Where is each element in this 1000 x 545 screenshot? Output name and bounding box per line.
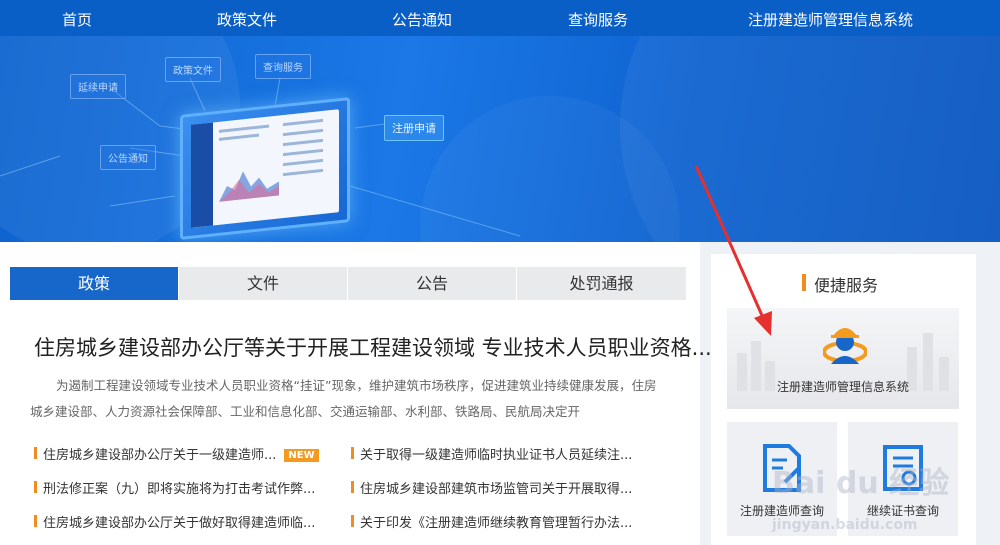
banner-tag-register: 注册申请 [384, 115, 444, 141]
news-item[interactable]: 住房城乡建设部建筑市场监管司关于开展取得... [351, 478, 632, 497]
dashboard-monitor-illustration [180, 97, 350, 240]
banner-tag-query: 查询服务 [255, 54, 311, 79]
news-item[interactable]: 关于印发《注册建造师继续教育管理暂行办法... [351, 512, 632, 531]
tab-documents[interactable]: 文件 [179, 267, 348, 300]
banner-tag-policy: 政策文件 [165, 57, 221, 82]
registration-system-card[interactable]: 注册建造师管理信息系统 [727, 308, 959, 409]
banner-network-lines [0, 77, 521, 237]
tab-penalty-notices[interactable]: 处罚通报 [517, 267, 686, 300]
news-item[interactable]: 刑法修正案（九）即将实施将为打击考试作弊... [34, 478, 315, 497]
banner-tag-renewal: 延续申请 [70, 74, 126, 99]
hero-banner: 延续申请 政策文件 查询服务 公告通知 注册申请 [0, 36, 1000, 242]
baidu-watermark: Bai du 经验 jingyan.baidu.com [772, 466, 950, 533]
news-panel: 政策 文件 公告 处罚通报 住房城乡建设部办公厅等关于开展工程建设领域 专业技术… [0, 242, 712, 545]
banner-tag-notice: 公告通知 [100, 145, 156, 170]
news-item[interactable]: 关于取得一级建造师临时执业证书人员延续注... [351, 444, 632, 463]
featured-summary: 为遏制工程建设领域专业技术人员职业资格“挂证”现象，维护建筑市场秩序，促进建筑业… [30, 378, 657, 419]
news-item-title: 住房城乡建设部办公厅关于做好取得建造师临... [43, 516, 316, 531]
nav-query-services[interactable]: 查询服务 [568, 9, 628, 30]
nav-home[interactable]: 首页 [62, 9, 92, 30]
registration-system-label: 注册建造师管理信息系统 [776, 380, 909, 394]
services-title: 便捷服务 [802, 272, 878, 296]
news-item-title: 刑法修正案（九）即将实施将为打击考试作弊... [43, 482, 316, 497]
tab-announcements[interactable]: 公告 [348, 267, 517, 300]
news-item-title: 住房城乡建设部建筑市场监管司关于开展取得... [360, 482, 633, 497]
news-item-title: 住房城乡建设部办公厅关于一级建造师... [43, 448, 277, 463]
top-navigation: 首页 政策文件 公告通知 查询服务 注册建造师管理信息系统 [0, 0, 1000, 36]
news-item-title: 关于取得一级建造师临时执业证书人员延续注... [360, 448, 633, 463]
news-item[interactable]: 住房城乡建设部办公厅关于做好取得建造师临... [34, 512, 315, 531]
news-item-title: 关于印发《注册建造师继续教育管理暂行办法... [360, 516, 633, 531]
news-tabs: 政策 文件 公告 处罚通报 [10, 267, 686, 300]
featured-headline[interactable]: 住房城乡建设部办公厅等关于开展工程建设领域 专业技术人员职业资格... [34, 332, 712, 362]
news-item[interactable]: 住房城乡建设部办公厅关于一级建造师... NEW [34, 444, 319, 463]
nav-registration-system[interactable]: 注册建造师管理信息系统 [748, 9, 913, 30]
nav-announcements[interactable]: 公告通知 [392, 9, 452, 30]
new-badge: NEW [284, 449, 319, 462]
tab-policy[interactable]: 政策 [10, 267, 179, 300]
construction-worker-icon [823, 328, 867, 364]
nav-policy-documents[interactable]: 政策文件 [217, 9, 277, 30]
